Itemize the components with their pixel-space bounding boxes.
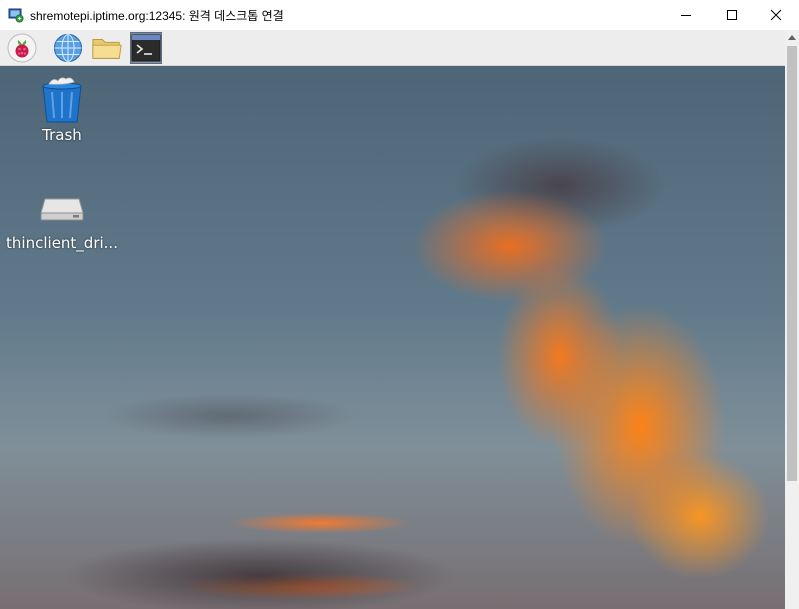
scrollbar-thumb[interactable] <box>787 46 797 481</box>
trash-icon <box>38 76 86 124</box>
minimize-icon <box>681 15 691 16</box>
window-titlebar[interactable]: shremotepi.iptime.org:12345: 원격 데스크톱 연결 <box>0 0 799 30</box>
desktop-icon-label: Trash <box>42 126 82 144</box>
desktop-icon-thinclient-drive[interactable]: thinclient_dri... <box>6 184 118 252</box>
chevron-up-icon <box>788 35 796 40</box>
web-browser-button[interactable] <box>52 32 84 64</box>
folder-icon <box>92 39 122 59</box>
top-panel <box>0 30 799 66</box>
minimize-button[interactable] <box>663 0 709 30</box>
remote-desktop-icon <box>8 7 24 23</box>
vertical-scrollbar[interactable] <box>785 30 799 609</box>
terminal-button[interactable] <box>130 32 162 64</box>
maximize-icon <box>727 10 737 20</box>
close-button[interactable] <box>753 0 799 30</box>
close-icon <box>770 9 782 21</box>
raspberry-menu-button[interactable] <box>6 32 38 64</box>
desktop-icon-trash[interactable]: Trash <box>12 76 112 144</box>
terminal-icon <box>131 34 161 62</box>
globe-icon <box>53 33 83 63</box>
desktop-area[interactable]: Trash thinclient_dri... <box>0 66 785 609</box>
file-manager-button[interactable] <box>91 32 123 64</box>
maximize-button[interactable] <box>709 0 755 30</box>
window-title: shremotepi.iptime.org:12345: 원격 데스크톱 연결 <box>30 9 284 23</box>
scroll-up-button[interactable] <box>785 30 799 44</box>
drive-icon <box>38 184 86 232</box>
desktop-icon-label: thinclient_dri... <box>6 234 118 252</box>
raspberry-pi-icon <box>7 33 37 63</box>
